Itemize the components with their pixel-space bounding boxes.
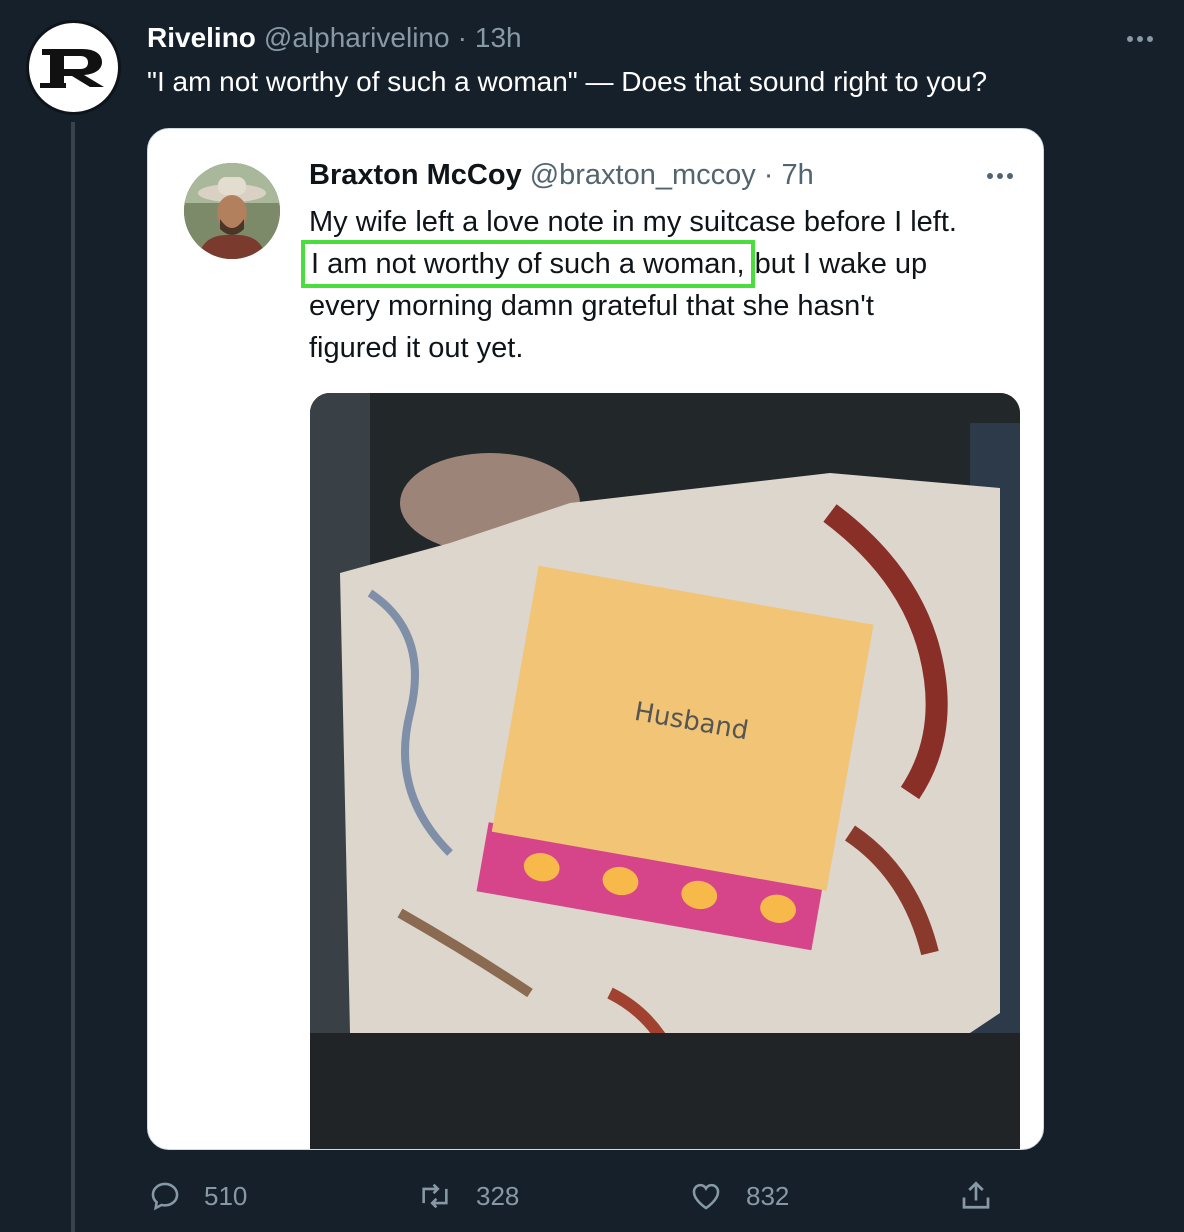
more-dot: [1137, 36, 1143, 42]
quoted-text: My wife left a love note in my suitcase …: [301, 201, 1029, 369]
retweet-icon: [422, 1183, 448, 1209]
heart-icon: [692, 1183, 720, 1210]
reply-count: 510: [204, 1180, 248, 1211]
like-count: 832: [746, 1180, 790, 1211]
more-dot: [1147, 36, 1153, 42]
quoted-text-line: I am not worthy of such a woman, but I w…: [301, 240, 1029, 288]
quoted-text-fragment: but I wake up: [746, 248, 928, 280]
reply-icon: [151, 1182, 179, 1211]
quoted-author-handle[interactable]: @braxton_mccoy: [530, 159, 756, 192]
avatar[interactable]: [26, 20, 121, 115]
more-dot: [1007, 173, 1013, 179]
quoted-text-line: My wife left a love note in my suitcase …: [309, 206, 957, 238]
tweet-time[interactable]: 13h: [475, 22, 522, 54]
separator: ·: [763, 159, 774, 191]
quoted-time[interactable]: 7h: [781, 159, 813, 192]
tweet-photo[interactable]: Husband: [310, 393, 1020, 1149]
highlight-box: I am not worthy of such a woman,: [301, 240, 755, 288]
suitcase-photo: Husband: [310, 393, 1020, 1149]
share-button[interactable]: [958, 1170, 994, 1222]
rivelino-logo-icon: [39, 48, 104, 88]
more-horizontal-icon: [1127, 36, 1133, 42]
reply-button[interactable]: 510: [148, 1170, 247, 1222]
author-handle[interactable]: @alpharivelino: [264, 22, 450, 54]
quoted-more-button[interactable]: [980, 161, 1020, 191]
more-dot: [997, 173, 1003, 179]
share-icon: [962, 1181, 990, 1209]
quoted-author-name[interactable]: Braxton McCoy: [309, 159, 522, 192]
thread-line: [71, 122, 75, 1232]
retweet-count: 328: [476, 1180, 520, 1211]
like-button[interactable]: 832: [688, 1170, 789, 1222]
retweet-button[interactable]: 328: [416, 1170, 519, 1222]
quoted-header: Braxton McCoy @braxton_mccoy · 7h: [309, 159, 814, 192]
tweet-actions: 510 328 832: [0, 1170, 1184, 1222]
quoted-avatar[interactable]: [184, 163, 280, 259]
avatar-photo: [184, 163, 280, 259]
quoted-tweet-card[interactable]: Braxton McCoy @braxton_mccoy · 7h My wif…: [147, 128, 1044, 1150]
more-options-button[interactable]: [1120, 24, 1160, 54]
author-name[interactable]: Rivelino: [147, 22, 256, 54]
tweet-text: "I am not worthy of such a woman" — Does…: [147, 66, 988, 97]
tweet[interactable]: Rivelino @alpharivelino · 13h "I am not …: [0, 0, 1184, 1232]
more-horizontal-icon: [987, 173, 993, 179]
quoted-text-line: figured it out yet.: [309, 332, 524, 364]
tweet-header: Rivelino @alpharivelino · 13h: [147, 22, 522, 56]
quoted-text-line: every morning damn grateful that she has…: [309, 290, 874, 322]
separator: ·: [457, 22, 467, 53]
